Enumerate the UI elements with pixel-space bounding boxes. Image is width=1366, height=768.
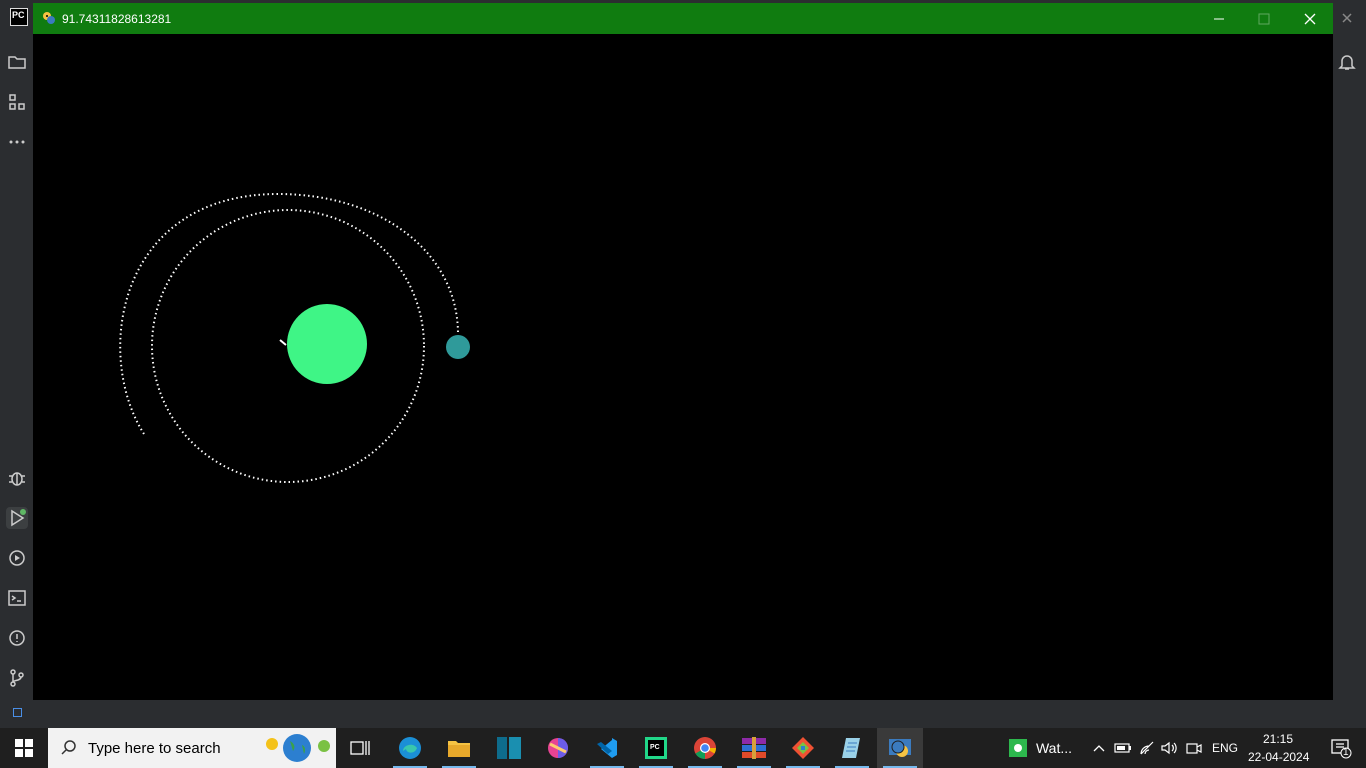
folder-icon[interactable] — [6, 51, 28, 73]
earth-day-icon — [266, 734, 330, 762]
trail-fragment — [279, 339, 287, 346]
window-title: 91.74311828613281 — [62, 12, 172, 26]
minimize-button[interactable] — [1196, 3, 1242, 34]
git-gui-icon[interactable] — [780, 728, 826, 768]
taskbar-search-box[interactable]: Type here to search — [48, 728, 336, 768]
run-icon[interactable] — [6, 507, 28, 529]
file-explorer-icon[interactable] — [436, 728, 482, 768]
task-view-icon[interactable] — [337, 728, 383, 768]
orbit-trail-outer — [119, 192, 459, 435]
planet — [446, 335, 470, 359]
windows-taskbar: Type here to search PC Wat... ENG 21:15 … — [0, 728, 1366, 768]
debug-icon[interactable] — [6, 467, 28, 489]
blue-app-icon[interactable] — [486, 728, 532, 768]
notifications-icon[interactable] — [1336, 51, 1358, 73]
svg-text:PC: PC — [650, 744, 660, 751]
terminal-icon[interactable] — [6, 587, 28, 609]
close-button[interactable] — [1287, 3, 1333, 34]
colorful-app-icon[interactable] — [535, 728, 581, 768]
pygame-snake-icon — [42, 11, 56, 25]
search-icon — [61, 740, 76, 755]
window-titlebar[interactable]: 91.74311828613281 — [33, 3, 1333, 34]
services-icon[interactable] — [6, 547, 28, 569]
structure-icon[interactable] — [6, 91, 28, 113]
start-button[interactable] — [0, 728, 48, 768]
ide-status-bar — [0, 700, 1366, 728]
notification-count: 1 — [1343, 747, 1349, 758]
vscode-icon[interactable] — [584, 728, 630, 768]
volume-icon[interactable] — [1158, 728, 1180, 768]
language-indicator[interactable]: ENG — [1212, 741, 1238, 755]
pycharm-logo-icon: PC — [10, 8, 28, 26]
watch-app-button[interactable]: Wat... — [995, 728, 1085, 768]
watch-app-label: Wat... — [1035, 740, 1073, 756]
ide-close-icon[interactable] — [1336, 7, 1358, 29]
ide-left-toolbar: PC — [0, 0, 33, 728]
git-icon[interactable] — [6, 667, 28, 689]
notification-center-button[interactable]: 1 — [1318, 728, 1364, 768]
tray-chevron-icon[interactable] — [1088, 728, 1110, 768]
status-square-icon — [13, 708, 22, 717]
battery-icon[interactable] — [1112, 728, 1134, 768]
problems-icon[interactable] — [6, 627, 28, 649]
python-icon[interactable] — [877, 728, 923, 768]
search-placeholder: Type here to search — [88, 740, 221, 757]
sun — [287, 304, 367, 384]
watch-app-icon — [1008, 739, 1027, 757]
chrome-icon[interactable] — [682, 728, 728, 768]
more-icon[interactable] — [6, 131, 28, 153]
pycharm-icon[interactable]: PC — [633, 728, 679, 768]
pygame-window[interactable]: 91.74311828613281 — [33, 3, 1333, 700]
wifi-icon[interactable] — [1136, 728, 1158, 768]
notepad-icon[interactable] — [829, 728, 875, 768]
simulation-canvas[interactable] — [33, 34, 1333, 700]
clock-time[interactable]: 21:15 — [1263, 732, 1293, 746]
edge-icon[interactable] — [387, 728, 433, 768]
windows-logo-icon — [15, 739, 33, 757]
maximize-button[interactable] — [1241, 3, 1287, 34]
clock-date[interactable]: 22-04-2024 — [1248, 750, 1309, 764]
ide-right-toolbar — [1333, 0, 1366, 728]
winrar-icon[interactable] — [731, 728, 777, 768]
meet-now-icon[interactable] — [1183, 728, 1205, 768]
